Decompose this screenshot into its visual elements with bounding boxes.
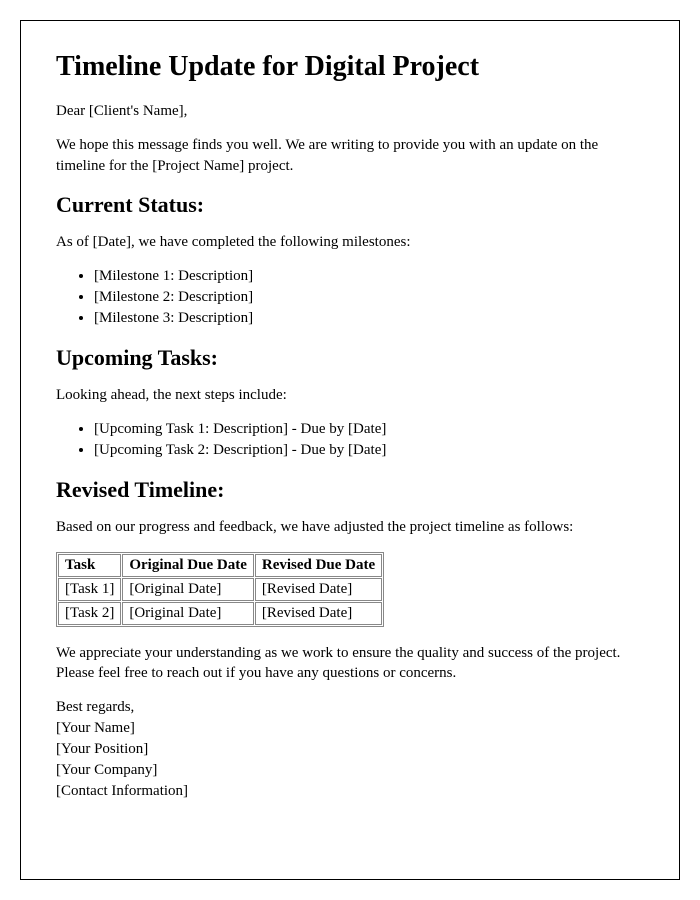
timeline-table: Task Original Due Date Revised Due Date … [56,552,384,627]
document-container: Timeline Update for Digital Project Dear… [20,20,680,880]
greeting: Dear [Client's Name], [56,101,644,121]
cell-revised: [Revised Date] [255,602,382,625]
cell-original: [Original Date] [122,578,254,601]
signature-company: [Your Company] [56,760,644,781]
signature-contact: [Contact Information] [56,781,644,802]
table-row: [Task 1] [Original Date] [Revised Date] [58,578,382,601]
intro-paragraph: We hope this message finds you well. We … [56,135,644,176]
header-task: Task [58,554,121,577]
cell-task: [Task 2] [58,602,121,625]
revised-intro: Based on our progress and feedback, we h… [56,517,644,537]
cell-original: [Original Date] [122,602,254,625]
list-item: [Milestone 2: Description] [94,287,644,308]
table-header-row: Task Original Due Date Revised Due Date [58,554,382,577]
list-item: [Upcoming Task 1: Description] - Due by … [94,419,644,440]
status-intro: As of [Date], we have completed the foll… [56,232,644,252]
signature-name: [Your Name] [56,718,644,739]
cell-revised: [Revised Date] [255,578,382,601]
page-title: Timeline Update for Digital Project [56,51,644,83]
cell-task: [Task 1] [58,578,121,601]
list-item: [Milestone 1: Description] [94,266,644,287]
status-heading: Current Status: [56,192,644,218]
list-item: [Milestone 3: Description] [94,308,644,329]
signature-regards: Best regards, [56,697,644,718]
header-original: Original Due Date [122,554,254,577]
upcoming-intro: Looking ahead, the next steps include: [56,385,644,405]
upcoming-list: [Upcoming Task 1: Description] - Due by … [94,419,644,461]
header-revised: Revised Due Date [255,554,382,577]
list-item: [Upcoming Task 2: Description] - Due by … [94,440,644,461]
milestone-list: [Milestone 1: Description] [Milestone 2:… [94,266,644,329]
revised-heading: Revised Timeline: [56,477,644,503]
signature-position: [Your Position] [56,739,644,760]
table-row: [Task 2] [Original Date] [Revised Date] [58,602,382,625]
signature-block: Best regards, [Your Name] [Your Position… [56,697,644,802]
closing-paragraph: We appreciate your understanding as we w… [56,643,644,684]
upcoming-heading: Upcoming Tasks: [56,345,644,371]
